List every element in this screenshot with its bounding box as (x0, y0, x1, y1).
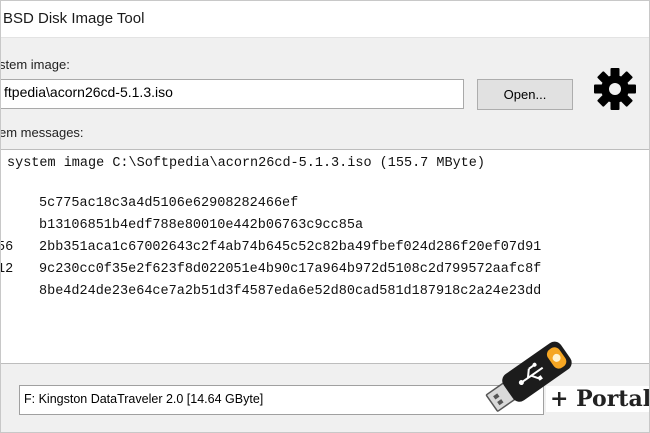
open-button[interactable]: Open... (477, 79, 573, 110)
hash-value: 8be4d24de23e64ce7a2b51d3f4587eda6e52d80c… (39, 284, 542, 299)
hash-label: 12 (1, 262, 14, 277)
gear-icon[interactable] (591, 65, 639, 113)
hash-value: 5c775ac18c3a4d5106e62908282466ef (39, 196, 299, 211)
message-header: system image C:\Softpedia\acorn26cd-5.1.… (7, 156, 485, 171)
hash-value: 2bb351aca1c67002643c2f4ab74b645c52c82ba4… (39, 240, 542, 255)
system-messages-label: em messages: (0, 125, 84, 140)
window-title: BSD Disk Image Tool (3, 10, 145, 27)
system-image-input[interactable]: ftpedia\acorn26cd-5.1.3.iso (1, 79, 464, 109)
portable-badge: + Portal (546, 386, 649, 412)
app-window: BSD Disk Image Tool stem image: ftpedia\… (0, 0, 650, 433)
system-image-label: stem image: (0, 57, 70, 72)
title-bar: BSD Disk Image Tool (1, 1, 649, 38)
drive-select[interactable]: F: Kingston DataTraveler 2.0 [14.64 GByt… (19, 385, 544, 415)
hash-value: 9c230cc0f35e2f623f8d022051e4b90c17a964b9… (39, 262, 542, 277)
hash-label: 56 (1, 240, 14, 255)
hash-value: b13106851b4edf788e80010e442b06763c9cc85a (39, 218, 364, 233)
